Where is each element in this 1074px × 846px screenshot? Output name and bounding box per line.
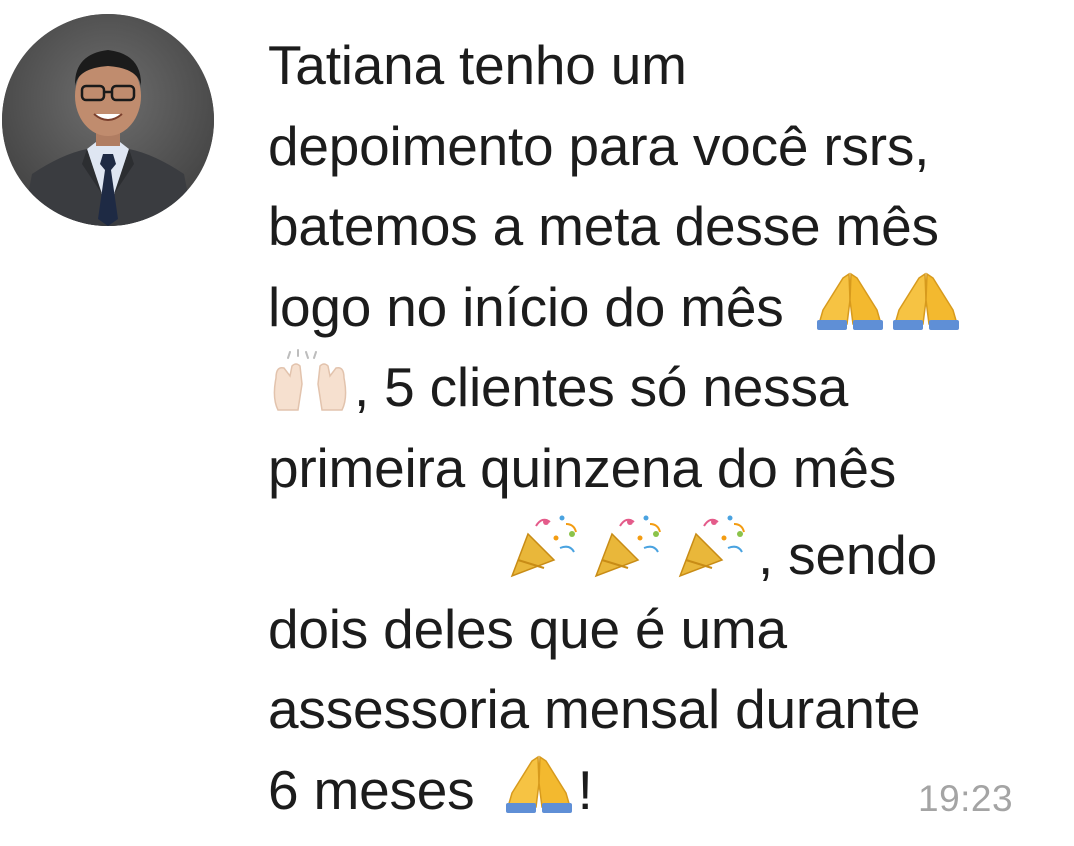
message-line-5: , 5 clientes só nessa (268, 347, 1048, 428)
message-line-1: Tatiana tenho um (268, 34, 687, 96)
message-line-3: batemos a meta desse mês (268, 195, 939, 257)
message-line-6: primeira quinzena do mês (268, 436, 897, 499)
message-text: Tatiana tenho um depoimento para você rs… (268, 25, 1048, 830)
folded-hands-icon (813, 270, 887, 332)
chat-message: Tatiana tenho um depoimento para você rs… (0, 0, 1074, 846)
raising-hands-icon (268, 348, 352, 412)
avatar-photo (2, 14, 214, 226)
party-popper-icon (506, 508, 588, 580)
message-line-8: dois deles que é uma (268, 597, 787, 660)
message-timestamp: 19:23 (918, 778, 1014, 819)
folded-hands-icon (502, 753, 576, 815)
party-popper-icon (674, 508, 756, 580)
message-line-7: , sendo (268, 508, 1048, 589)
message-line-9: assessoria mensal durante (268, 678, 921, 740)
message-line-2: depoimento para você rsrs, (268, 114, 930, 177)
folded-hands-icon (889, 270, 963, 332)
message-line-4: logo no início do mês (268, 267, 1048, 348)
avatar[interactable] (2, 14, 214, 226)
party-popper-icon (590, 508, 672, 580)
